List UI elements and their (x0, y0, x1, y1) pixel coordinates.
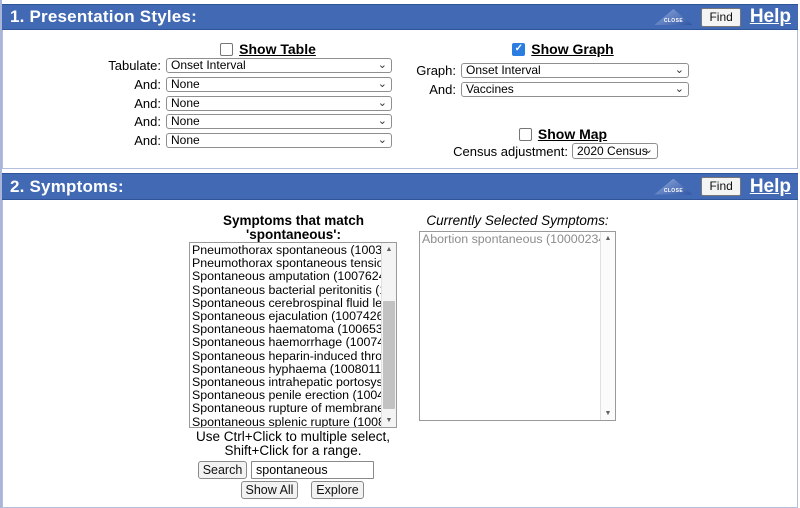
chevron-down-icon: ⌄ (675, 64, 684, 77)
list-item[interactable]: Spontaneous splenic rupture (1008740 (190, 416, 381, 427)
show-graph-label: Show Graph (531, 41, 613, 57)
results-scrollbar[interactable]: ▲ ▼ (381, 243, 396, 427)
scroll-down-icon[interactable]: ▼ (601, 407, 615, 420)
graph-and-label: And: (333, 82, 456, 97)
list-item[interactable]: Spontaneous haemorrhage (10074557 (190, 336, 381, 349)
chevron-down-icon: ⌄ (378, 97, 387, 110)
currently-selected-heading: Currently Selected Symptoms: (419, 214, 616, 228)
list-item[interactable]: Abortion spontaneous (10000234) (420, 233, 600, 246)
table-and-3-label: And: (23, 114, 161, 129)
show-map-label: Show Map (538, 126, 607, 142)
presentation-styles-header: 1. Presentation Styles: CLOSE Find Help (2, 4, 798, 30)
symptoms-match-heading-line2: 'spontaneous': (189, 228, 398, 242)
selected-symptoms-items: Abortion spontaneous (10000234) (420, 233, 600, 420)
help-link[interactable]: Help (750, 176, 793, 198)
table-and-3-select[interactable]: None ⌄ (166, 114, 392, 129)
explore-button[interactable]: Explore (311, 481, 364, 499)
search-button[interactable]: Search (198, 461, 247, 479)
multi-select-hint-line2: Shift+Click for a range. (143, 444, 443, 458)
help-link[interactable]: Help (750, 6, 793, 28)
scroll-up-icon[interactable]: ▲ (601, 232, 615, 245)
tabulate-select-value: Onset Interval (171, 59, 246, 72)
graph-label: Graph: (333, 63, 456, 78)
symptoms-body: Symptoms that match 'spontaneous': Pneum… (2, 200, 798, 508)
table-and-2-select-value: None (171, 97, 200, 110)
selected-scrollbar[interactable]: ▲ ▼ (600, 232, 615, 420)
show-graph-checkbox[interactable]: ✓ (512, 43, 525, 56)
symptom-results-listbox[interactable]: Pneumothorax spontaneous (1003576 Pneumo… (189, 242, 397, 428)
vaers-request-page: 1. Presentation Styles: CLOSE Find Help … (0, 0, 800, 508)
tabulate-label: Tabulate: (23, 58, 161, 73)
scrollbar-thumb[interactable] (383, 301, 395, 409)
show-table-row: ✓ Show Table (103, 41, 433, 57)
symptoms-match-heading-line1: Symptoms that match (189, 214, 398, 228)
symptoms-header: 2. Symptoms: CLOSE Find Help (2, 173, 798, 200)
table-and-2-select[interactable]: None ⌄ (166, 96, 392, 111)
list-item[interactable]: Spontaneous bacterial peritonitis (1006 (190, 284, 381, 297)
chevron-down-icon: ⌄ (644, 144, 653, 157)
table-and-4-select-value: None (171, 134, 200, 147)
section-2-title: 2. Symptoms: (2, 177, 124, 197)
census-select-value: 2020 Census (577, 145, 648, 158)
chevron-down-icon: ⌄ (378, 115, 387, 128)
section-2-header-controls: CLOSE Find Help (654, 176, 798, 198)
list-item[interactable]: Spontaneous heparin-induced thrombo (190, 350, 381, 363)
scroll-down-icon[interactable]: ▼ (382, 414, 396, 427)
close-icon[interactable]: CLOSE (654, 9, 692, 25)
table-and-2-label: And: (23, 96, 161, 111)
find-button[interactable]: Find (701, 8, 740, 27)
section-1-title: 1. Presentation Styles: (2, 7, 197, 27)
symptom-results-items: Pneumothorax spontaneous (1003576 Pneumo… (190, 244, 381, 427)
show-all-button[interactable]: Show All (241, 481, 298, 499)
show-table-checkbox[interactable]: ✓ (220, 43, 233, 56)
graph-and-select-value: Vaccines (466, 83, 514, 96)
chevron-down-icon: ⌄ (675, 83, 684, 96)
graph-select[interactable]: Onset Interval ⌄ (461, 63, 689, 78)
close-icon[interactable]: CLOSE (654, 179, 692, 195)
presentation-styles-body: ✓ Show Table Tabulate: Onset Interval ⌄ … (2, 30, 798, 169)
list-item[interactable]: Spontaneous amputation (10076246) (190, 270, 381, 283)
table-and-4-label: And: (23, 133, 161, 148)
table-and-1-select-value: None (171, 78, 200, 91)
graph-and-select[interactable]: Vaccines ⌄ (461, 82, 689, 97)
section-1-header-controls: CLOSE Find Help (654, 6, 798, 28)
multi-select-hint-line1: Use Ctrl+Click to multiple select, (143, 430, 443, 444)
list-item[interactable]: Spontaneous rupture of membranes (1 (190, 402, 381, 415)
table-and-1-label: And: (23, 77, 161, 92)
show-table-label: Show Table (239, 41, 316, 57)
search-input[interactable] (251, 461, 374, 479)
census-adjustment-label: Census adjustment: (343, 144, 568, 159)
table-and-3-select-value: None (171, 115, 200, 128)
scroll-up-icon[interactable]: ▲ (382, 243, 396, 256)
find-button[interactable]: Find (701, 177, 740, 196)
show-map-row: ✓ Show Map (433, 126, 693, 142)
graph-select-value: Onset Interval (466, 64, 541, 77)
census-adjustment-select[interactable]: 2020 Census ⌄ (572, 143, 658, 159)
show-graph-row: ✓ Show Graph (433, 41, 693, 57)
selected-symptoms-listbox[interactable]: Abortion spontaneous (10000234) ▲ ▼ (419, 231, 616, 421)
show-map-checkbox[interactable]: ✓ (519, 128, 532, 141)
